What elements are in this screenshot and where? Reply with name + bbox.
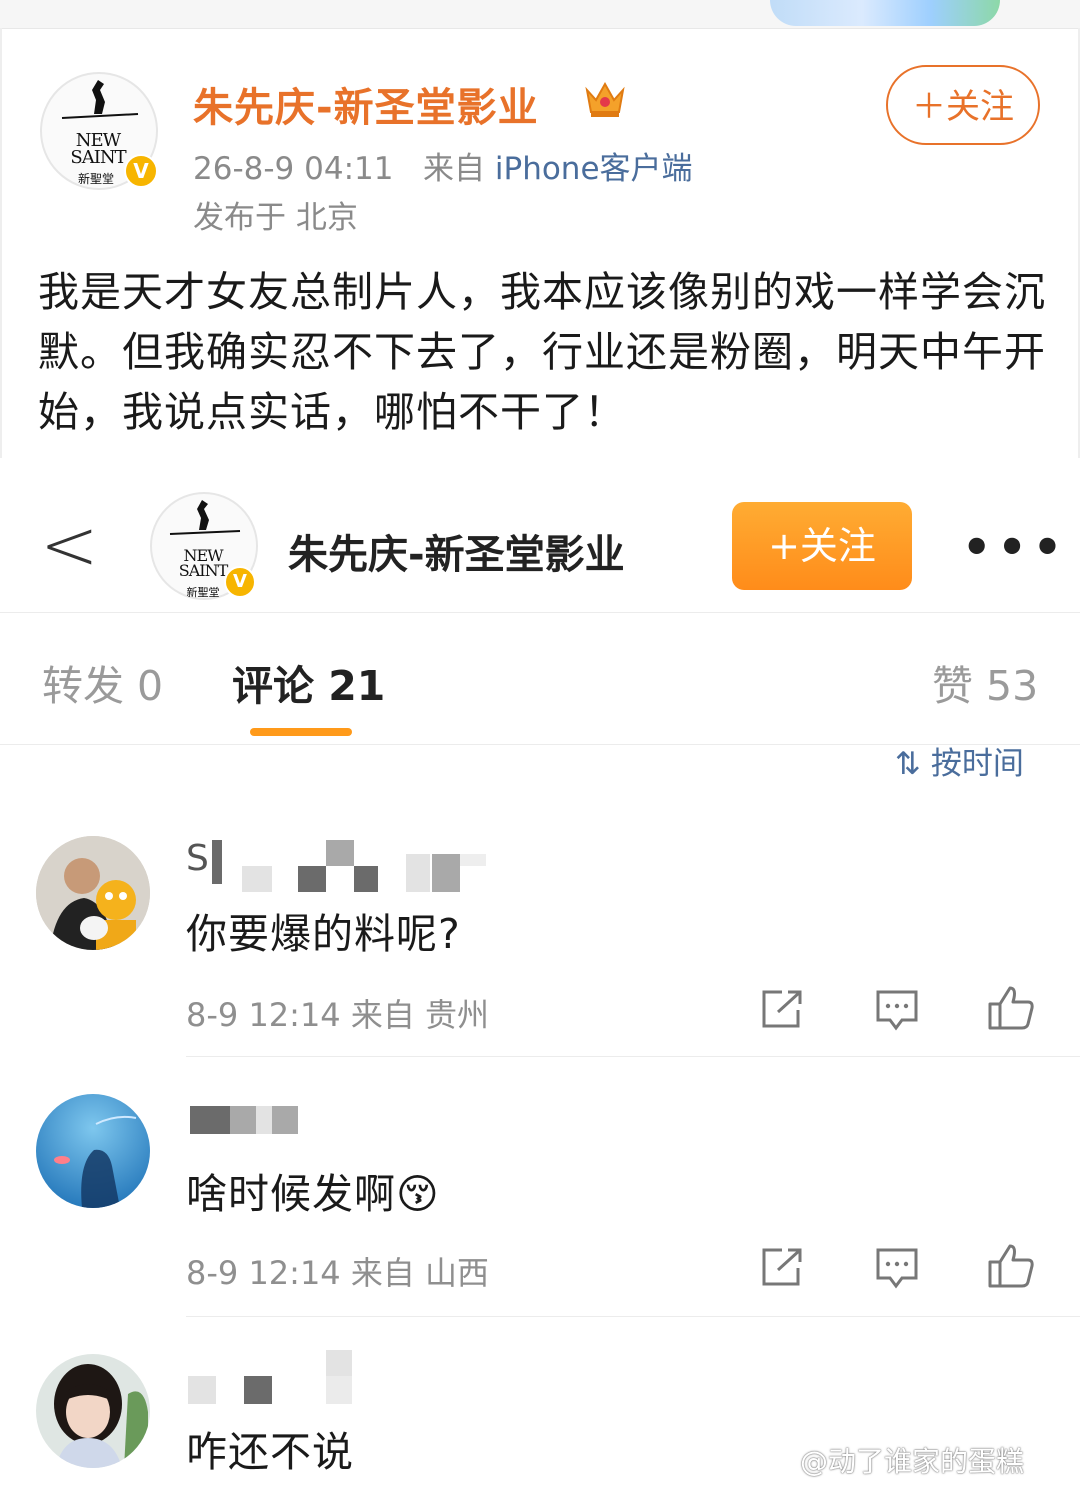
- post-timestamp: 26-8-9 04:11: [193, 151, 394, 187]
- comment-icon[interactable]: [874, 1246, 920, 1290]
- like-icon[interactable]: [986, 984, 1036, 1032]
- share-icon[interactable]: [760, 988, 806, 1030]
- logo-text: NEW SAINT: [60, 132, 136, 167]
- comment-text: 咋还不说: [186, 1428, 354, 1476]
- post-author-name[interactable]: 朱先庆-新圣堂影业: [193, 75, 539, 133]
- username-mosaic: [186, 1350, 356, 1406]
- post-source-prefix: 来自: [423, 151, 486, 187]
- tab-repost[interactable]: 转发 0: [42, 652, 163, 712]
- back-icon[interactable]: <: [40, 510, 99, 580]
- avatar-photo-icon: [36, 1354, 150, 1468]
- more-options-icon[interactable]: •••: [962, 520, 1068, 574]
- comment-meta: 8-9 12:14 来自 贵州: [186, 996, 490, 1034]
- header-divider: [0, 612, 1080, 613]
- header-logo-subtitle: 新聖堂: [186, 586, 220, 599]
- avatar-photo-icon: [36, 1094, 150, 1208]
- active-tab-indicator: [250, 728, 352, 736]
- post-location: 发布于 北京: [193, 200, 358, 236]
- verified-v-icon: V: [224, 566, 256, 598]
- username-mosaic: [206, 840, 496, 896]
- screenshot-seam: [0, 470, 1080, 482]
- top-banner-decoration: [770, 0, 1000, 26]
- comment-avatar[interactable]: [36, 836, 150, 950]
- verified-v-icon: V: [124, 154, 158, 188]
- sort-by-time-button[interactable]: ⇅ 按时间: [895, 738, 1024, 783]
- card-edge-left: [0, 28, 2, 458]
- follow-button[interactable]: +关注: [732, 502, 912, 590]
- watermark: @动了谁家的蛋糕: [800, 1445, 1025, 1478]
- comment-text: 啥时候发啊😚: [186, 1170, 440, 1218]
- tab-comment[interactable]: 评论 21: [232, 652, 385, 712]
- comment-meta: 8-9 12:14 来自 山西: [186, 1254, 490, 1292]
- logo-subtitle: 新聖堂: [77, 172, 114, 186]
- avatar-photo-icon: [36, 836, 150, 950]
- tab-like[interactable]: 赞 53: [932, 652, 1038, 712]
- comment-divider: [186, 1056, 1080, 1057]
- like-icon[interactable]: [986, 1242, 1036, 1290]
- share-icon[interactable]: [760, 1246, 806, 1288]
- comment-icon[interactable]: [874, 988, 920, 1032]
- username-mosaic: [186, 1106, 306, 1136]
- comment-avatar[interactable]: [36, 1094, 150, 1208]
- comment-divider: [186, 1316, 1080, 1317]
- follow-button-outline[interactable]: ＋关注: [886, 65, 1040, 145]
- post-body: 我是天才女友总制片人，我本应该像别的戏一样学会沉默。但我确实忍不下去了，行业还是…: [38, 268, 1046, 436]
- comment-avatar[interactable]: [36, 1354, 150, 1468]
- crown-icon: [585, 81, 625, 117]
- post-meta: 26-8-9 04:11 来自 iPhone客户端: [193, 143, 693, 188]
- header-author-name[interactable]: 朱先庆-新圣堂影业: [288, 522, 625, 580]
- post-source[interactable]: iPhone客户端: [495, 151, 693, 187]
- comment-text: 你要爆的料呢?: [186, 910, 461, 958]
